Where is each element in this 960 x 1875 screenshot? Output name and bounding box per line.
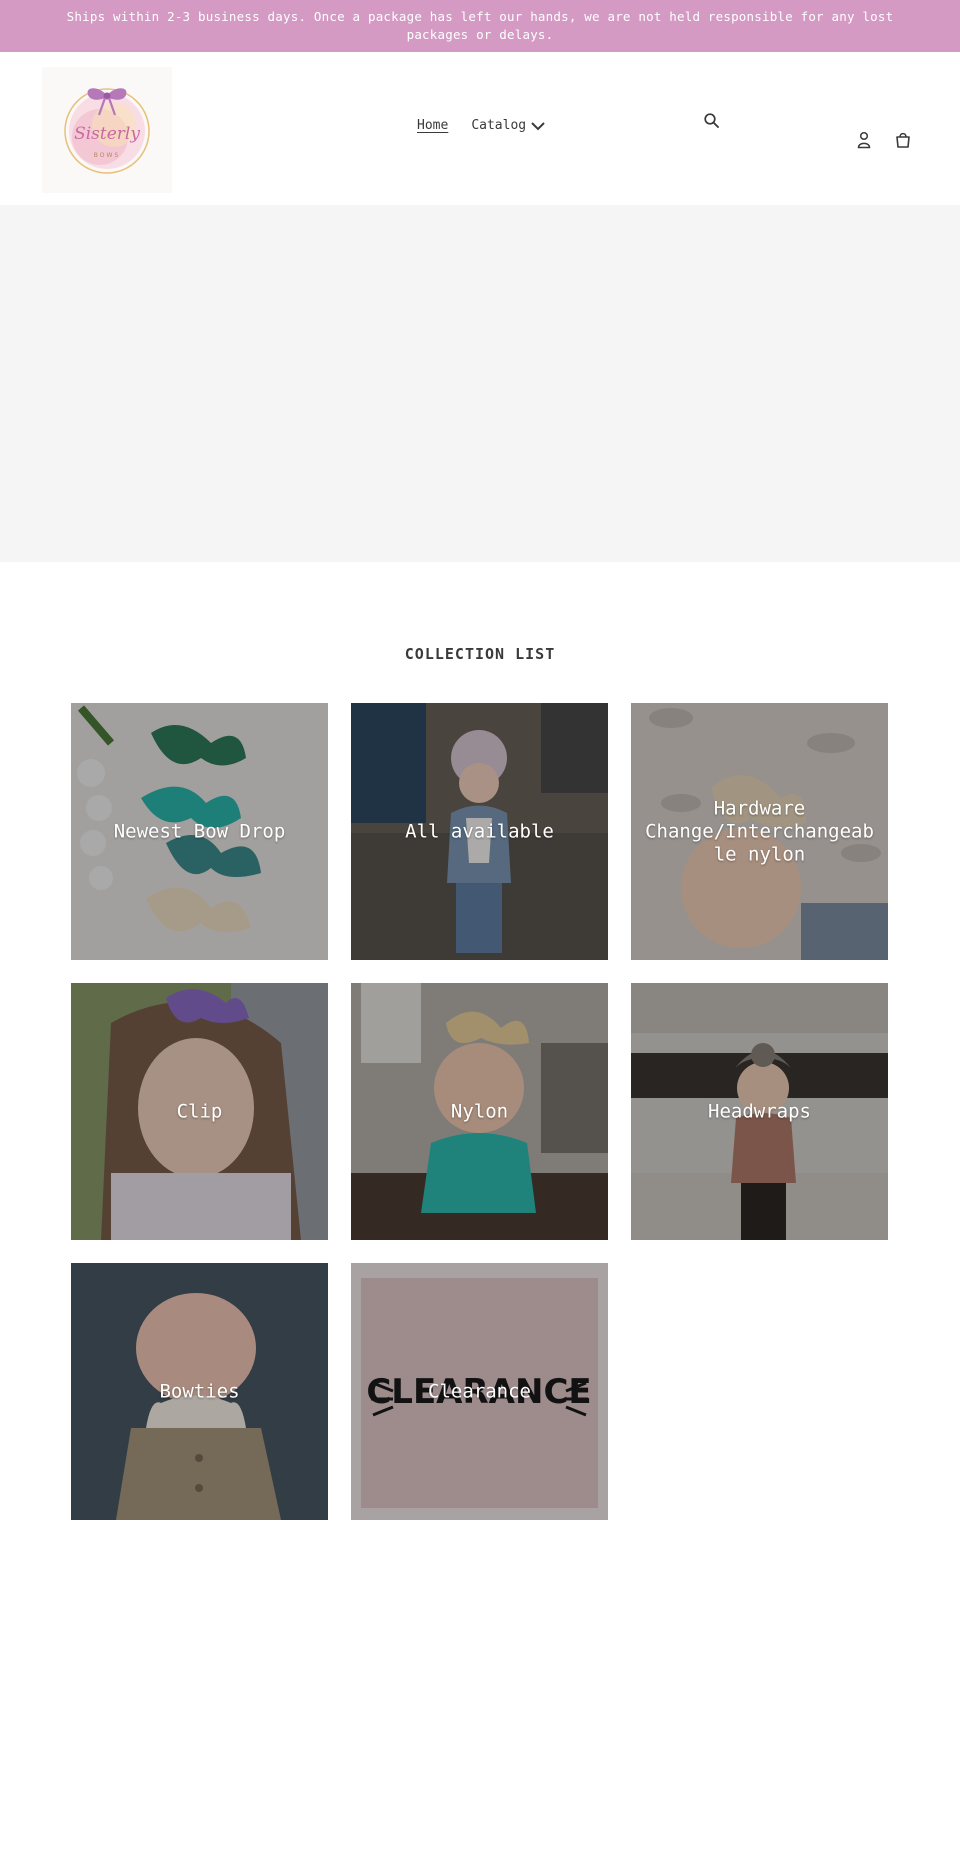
search-icon[interactable] (703, 112, 721, 130)
logo[interactable]: Sisterly BOWS (42, 67, 172, 193)
collection-label: Hardware Change/Interchangeab le nylon (645, 797, 874, 865)
collection-tile-bowties[interactable]: Bowties (71, 1263, 328, 1520)
chevron-down-icon (531, 121, 545, 130)
announcement-text: Ships within 2-3 business days. Once a p… (66, 9, 894, 42)
collection-tile-hardware-change[interactable]: Hardware Change/Interchangeab le nylon (631, 703, 888, 960)
svg-text:BOWS: BOWS (94, 152, 120, 159)
section-title: COLLECTION LIST (404, 645, 556, 663)
collection-tile-clearance[interactable]: CLEARANCE Clearance (351, 1263, 608, 1520)
collection-tile-newest-bow-drop[interactable]: Newest Bow Drop (71, 703, 328, 960)
nav-home-link[interactable]: Home (417, 118, 448, 133)
collection-label: Clip (176, 1100, 223, 1122)
hero-banner (0, 205, 960, 562)
collection-label: Newest Bow Drop (113, 820, 286, 842)
sisterly-bows-logo-icon: Sisterly BOWS (64, 88, 150, 174)
announcement-bar: Ships within 2-3 business days. Once a p… (0, 0, 960, 52)
collection-tile-all-available[interactable]: All available (351, 703, 608, 960)
site-header: Sisterly BOWS Home Catalog (0, 52, 960, 205)
collection-tile-clip[interactable]: Clip (71, 983, 328, 1240)
account-icon[interactable] (855, 130, 873, 150)
collection-label: Bowties (159, 1380, 240, 1402)
collection-label: All available (405, 820, 554, 842)
collection-tile-headwraps[interactable]: Headwraps (631, 983, 888, 1240)
collection-label: Headwraps (708, 1100, 811, 1122)
cart-icon[interactable] (893, 130, 913, 150)
collection-label: Nylon (450, 1100, 509, 1122)
main-nav: Home Catalog (417, 118, 546, 133)
nav-catalog-dropdown[interactable]: Catalog (471, 118, 546, 133)
collection-label: Clearance (428, 1380, 531, 1402)
collection-tile-nylon[interactable]: Nylon (351, 983, 608, 1240)
nav-catalog-label: Catalog (471, 118, 527, 133)
svg-text:Sisterly: Sisterly (74, 124, 140, 144)
